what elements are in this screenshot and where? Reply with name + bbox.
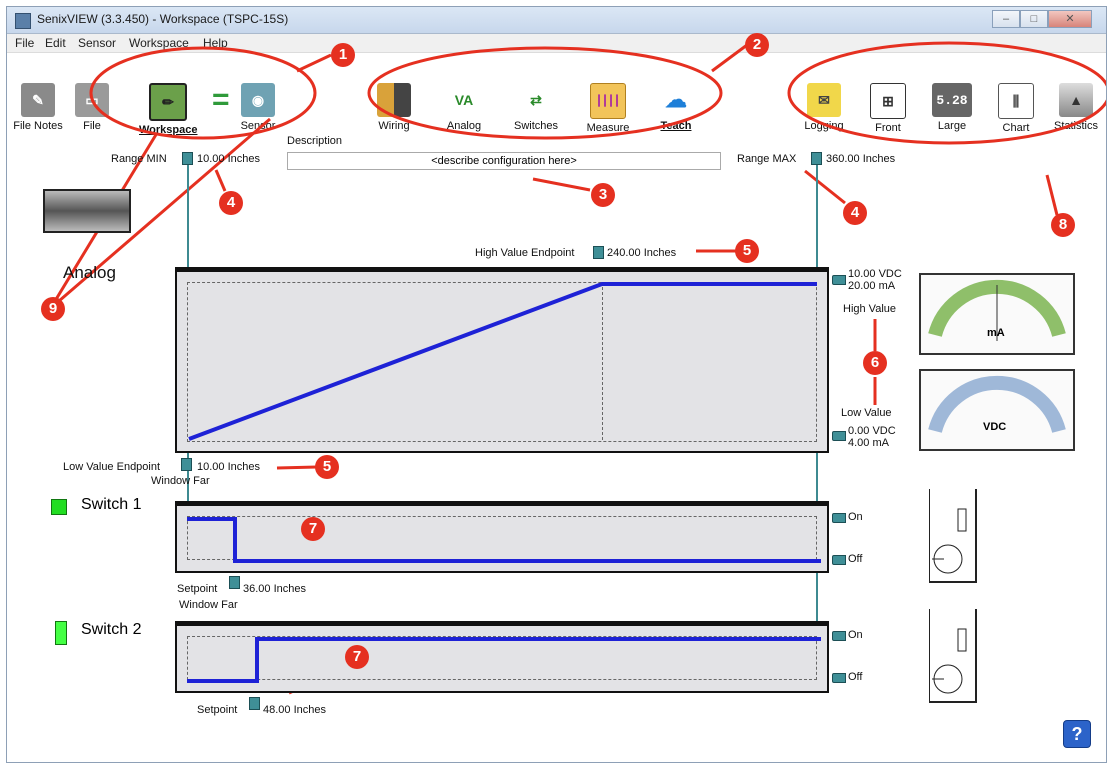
annotation-1: 1 [331, 43, 355, 67]
annotation-5a: 5 [735, 239, 759, 263]
analog-panel [175, 267, 829, 453]
range-min-line [187, 165, 189, 270]
high-ma: 20.00 mA [848, 280, 896, 292]
low-ma: 4.00 mA [848, 437, 889, 449]
annotation-5b: 5 [315, 455, 339, 479]
vdc-meter-scale [928, 375, 1066, 433]
low-vdc: 0.00 VDC [848, 425, 896, 437]
analog-window-far: Window Far [151, 475, 210, 487]
annotation-2: 2 [745, 33, 769, 57]
switch1-setpoint-marker[interactable] [229, 576, 240, 589]
switch1-panel [175, 501, 829, 573]
switch1-on-marker[interactable] [832, 513, 846, 523]
description-input[interactable] [287, 152, 721, 170]
range-min-marker[interactable] [182, 152, 193, 165]
switch1-output-line [187, 517, 821, 563]
switch1-setpoint-value: 36.00 Inches [243, 583, 306, 595]
arrow-1 [296, 53, 332, 73]
high-endpoint-label: High Value Endpoint [475, 247, 575, 259]
range-max-line-lower2 [816, 573, 818, 623]
annotation-6: 6 [863, 351, 887, 375]
vdc-meter: VDC [919, 369, 1075, 451]
annotation-4a: 4 [219, 191, 243, 215]
high-value-label: High Value [843, 303, 896, 315]
switch2-transistor-icon [929, 609, 977, 703]
high-endpoint-marker[interactable] [593, 246, 604, 259]
range-max-value: 360.00 Inches [826, 153, 896, 165]
switch2-output-line [187, 637, 821, 683]
annotation-8: 8 [1051, 213, 1075, 237]
high-endpoint-value: 240.00 Inches [607, 247, 677, 259]
switch1-led [51, 499, 67, 515]
arrow-3 [532, 177, 591, 192]
switch1-setpoint-label: Setpoint [177, 583, 218, 595]
switch2-title: Switch 2 [81, 621, 142, 638]
switch1-off-marker[interactable] [832, 555, 846, 565]
vdc-meter-unit: VDC [983, 421, 1007, 433]
ma-meter-scale [928, 279, 1066, 341]
ma-meter: mA [919, 273, 1075, 355]
arrow-5b [276, 465, 318, 470]
app-window: SenixVIEW (3.3.450) - Workspace (TSPC-15… [6, 6, 1107, 763]
annotation-7b: 7 [345, 645, 369, 669]
annotation-9: 9 [41, 297, 65, 321]
analog-title: Analog [63, 263, 116, 282]
switch1-on-label: On [848, 511, 863, 523]
low-value-label: Low Value [841, 407, 892, 419]
ellipse-group-1 [89, 46, 317, 140]
help-icon[interactable]: ? [1063, 720, 1091, 748]
arrow-4a [214, 169, 227, 192]
range-min-value: 10.00 Inches [197, 153, 260, 165]
annotation-4b: 4 [843, 201, 867, 225]
switch2-on-marker[interactable] [832, 631, 846, 641]
description-label: Description [287, 135, 343, 147]
switch1-title: Switch 1 [81, 496, 142, 513]
arrow-8 [1045, 174, 1059, 216]
switch1-window-far: Window Far [179, 599, 238, 611]
low-endpoint-value: 10.00 Inches [197, 461, 260, 473]
arrow-4b [804, 169, 846, 205]
range-max-marker[interactable] [811, 152, 822, 165]
annotation-3: 3 [591, 183, 615, 207]
switch2-led [55, 621, 67, 645]
low-endpoint-label: Low Value Endpoint [63, 461, 161, 473]
range-max-line [816, 165, 818, 270]
arrow-2 [711, 43, 748, 73]
switch2-setpoint-value: 48.00 Inches [263, 704, 326, 716]
annotation-7a: 7 [301, 517, 325, 541]
switch2-on-label: On [848, 629, 863, 641]
switch2-setpoint-label: Setpoint [197, 704, 238, 716]
low-endpoint-marker[interactable] [181, 458, 192, 471]
ellipse-group-8 [787, 41, 1106, 145]
switch2-setpoint-marker[interactable] [249, 697, 260, 710]
sensor-image [43, 189, 131, 233]
low-value-marker[interactable] [832, 431, 846, 441]
switch1-transistor-icon [929, 489, 977, 583]
switch1-off-label: Off [848, 553, 863, 565]
high-vdc: 10.00 VDC [848, 268, 902, 280]
range-min-label: Range MIN [111, 153, 167, 165]
ellipse-group-2 [367, 46, 723, 140]
range-max-label: Range MAX [737, 153, 797, 165]
range-max-line-lower [816, 453, 818, 503]
high-value-marker[interactable] [832, 275, 846, 285]
switch2-panel [175, 621, 829, 693]
switch2-off-marker[interactable] [832, 673, 846, 683]
ma-meter-unit: mA [987, 327, 1005, 339]
analog-output-line [188, 282, 817, 441]
switch2-off-label: Off [848, 671, 863, 683]
